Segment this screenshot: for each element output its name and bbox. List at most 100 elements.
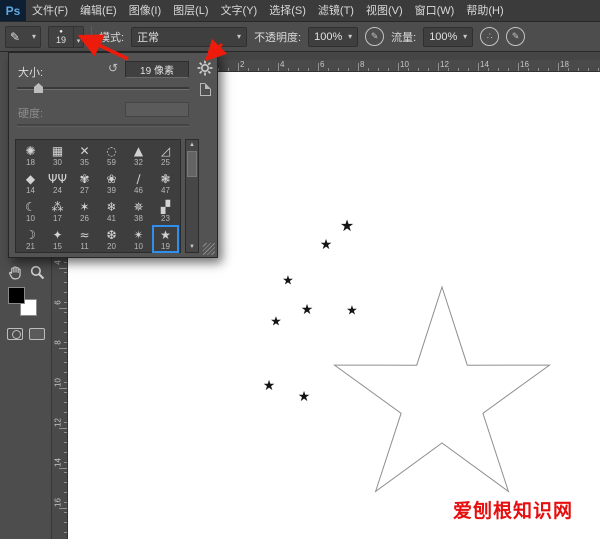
brush-preset-picker-panel: 大小: ↺ 19 像素 硬度: ✺18▦30✕35◌59▲32◿25◆14ΨΨ2… xyxy=(8,52,218,258)
scrollbar-thumb[interactable] xyxy=(187,151,197,177)
brush-preset[interactable]: ≈11 xyxy=(71,225,98,253)
brush-preset[interactable]: ✴10 xyxy=(125,225,152,253)
reset-size-icon[interactable]: ↺ xyxy=(108,62,118,74)
hardness-field xyxy=(125,102,189,117)
ruler-tick xyxy=(64,422,67,423)
brush-preset[interactable]: ❀39 xyxy=(98,169,125,197)
brush-preset[interactable]: ✦15 xyxy=(44,225,71,253)
big-star-shape xyxy=(335,287,550,491)
quick-mask-button[interactable] xyxy=(5,324,25,344)
brush-preset[interactable]: ❃47 xyxy=(152,169,179,197)
menu-item[interactable]: 编辑(E) xyxy=(74,0,123,21)
brush-preset[interactable]: ▞23 xyxy=(152,197,179,225)
ruler-tick xyxy=(588,68,589,71)
brush-preset[interactable]: ⁂17 xyxy=(44,197,71,225)
brush-size-value: 19 xyxy=(56,36,66,45)
brush-grid-scrollbar[interactable]: ▲ ▼ xyxy=(185,139,199,253)
flow-dropdown[interactable]: 100% ▾ xyxy=(423,27,473,47)
ruler-tick xyxy=(64,272,67,273)
opacity-dropdown[interactable]: 100% ▾ xyxy=(308,27,358,47)
zoom-tool-button[interactable] xyxy=(27,262,47,282)
ruler-tick xyxy=(338,68,339,71)
brush-preset[interactable]: ◿25 xyxy=(152,141,179,169)
ruler-tick xyxy=(64,382,67,383)
brush-preset[interactable]: ❄41 xyxy=(98,197,125,225)
ruler-tick xyxy=(458,68,459,71)
ruler-tick xyxy=(268,68,269,71)
scroll-up-icon[interactable]: ▲ xyxy=(186,140,198,150)
ruler-tick xyxy=(64,442,67,443)
brush-preset[interactable]: ∕46 xyxy=(125,169,152,197)
menu-item[interactable]: 滤镜(T) xyxy=(312,0,360,21)
menu-item[interactable]: 窗口(W) xyxy=(409,0,461,21)
brush-preset[interactable]: ☾10 xyxy=(17,197,44,225)
ruler-tick xyxy=(64,302,67,303)
size-slider-thumb[interactable] xyxy=(34,83,43,93)
menu-item[interactable]: 视图(V) xyxy=(360,0,409,21)
ruler-tick-major xyxy=(398,63,399,71)
ruler-number: 12 xyxy=(54,417,63,429)
brush-preset[interactable]: ✕35 xyxy=(71,141,98,169)
menu-item[interactable]: 选择(S) xyxy=(263,0,312,21)
brush-preset[interactable]: ΨΨ24 xyxy=(44,169,71,197)
brush-preset[interactable]: ☽21 xyxy=(17,225,44,253)
hand-tool-button[interactable] xyxy=(5,262,25,282)
ruler-number: 2 xyxy=(240,60,244,69)
painted-star: ★ xyxy=(263,379,276,393)
brush-preset[interactable]: ✾27 xyxy=(71,169,98,197)
brush-tool-icon: ✎ xyxy=(10,30,20,44)
mode-label: 模式: xyxy=(99,29,124,45)
ruler-tick xyxy=(228,68,229,71)
foreground-color-swatch[interactable] xyxy=(8,287,25,304)
panel-menu-button[interactable] xyxy=(197,60,213,76)
menu-item[interactable]: 文件(F) xyxy=(26,0,74,21)
ruler-tick xyxy=(308,68,309,71)
painted-star: ★ xyxy=(298,390,311,404)
brush-preset[interactable]: ✺18 xyxy=(17,141,44,169)
screen-mode-button[interactable] xyxy=(27,324,47,344)
separator xyxy=(91,26,92,48)
ruler-number: 14 xyxy=(54,457,63,469)
ruler-tick-major xyxy=(478,63,479,71)
ruler-tick xyxy=(64,532,67,533)
brush-preset[interactable]: ▲32 xyxy=(125,141,152,169)
photoshop-window: Ps 文件(F)编辑(E)图像(I)图层(L)文字(Y)选择(S)滤镜(T)视图… xyxy=(0,0,600,539)
brush-preset[interactable]: ◌59 xyxy=(98,141,125,169)
mode-dropdown[interactable]: 正常 ▾ xyxy=(131,27,247,47)
scroll-down-icon[interactable]: ▼ xyxy=(186,242,198,252)
brush-picker-caret-icon[interactable]: ▾ xyxy=(73,27,83,47)
chevron-down-icon: ▾ xyxy=(237,32,241,41)
brush-preset[interactable]: ▦30 xyxy=(44,141,71,169)
ruler-number: 4 xyxy=(280,60,284,69)
airbrush-icon[interactable]: ∴ xyxy=(480,27,499,46)
menu-item[interactable]: 文字(Y) xyxy=(215,0,264,21)
pressure-size-icon[interactable]: ✎ xyxy=(506,27,525,46)
size-label: 大小: xyxy=(18,64,43,80)
ruler-tick xyxy=(328,68,329,71)
ruler-number: 10 xyxy=(54,377,63,389)
watermark-text: 爱刨根知识网 xyxy=(453,496,573,523)
menu-item[interactable]: 图像(I) xyxy=(123,0,167,21)
brush-preset[interactable]: ❆20 xyxy=(98,225,125,253)
new-preset-icon[interactable] xyxy=(200,83,211,96)
size-field[interactable]: 19 像素 xyxy=(125,61,189,78)
brush-preset[interactable]: ◆14 xyxy=(17,169,44,197)
menu-item[interactable]: 帮助(H) xyxy=(460,0,509,21)
ruler-tick xyxy=(598,68,599,71)
brush-preset[interactable]: ★19 xyxy=(152,225,179,253)
ruler-tick xyxy=(64,362,67,363)
pressure-opacity-icon[interactable]: ✎ xyxy=(365,27,384,46)
ruler-tick xyxy=(288,68,289,71)
ruler-number: 10 xyxy=(400,60,409,69)
brush-preset[interactable]: ✵38 xyxy=(125,197,152,225)
panel-resize-grip[interactable] xyxy=(203,243,215,255)
magnifier-icon xyxy=(29,264,46,281)
chevron-down-icon: ▾ xyxy=(463,32,467,41)
brush-picker-chip[interactable]: ● 19 ▾ xyxy=(48,26,84,48)
hand-icon xyxy=(7,264,24,281)
tool-preset-chip[interactable]: ✎ ▾ xyxy=(5,26,41,48)
ruler-tick-major xyxy=(278,63,279,71)
brush-preset[interactable]: ✶26 xyxy=(71,197,98,225)
ruler-tick xyxy=(64,512,67,513)
menu-item[interactable]: 图层(L) xyxy=(167,0,214,21)
